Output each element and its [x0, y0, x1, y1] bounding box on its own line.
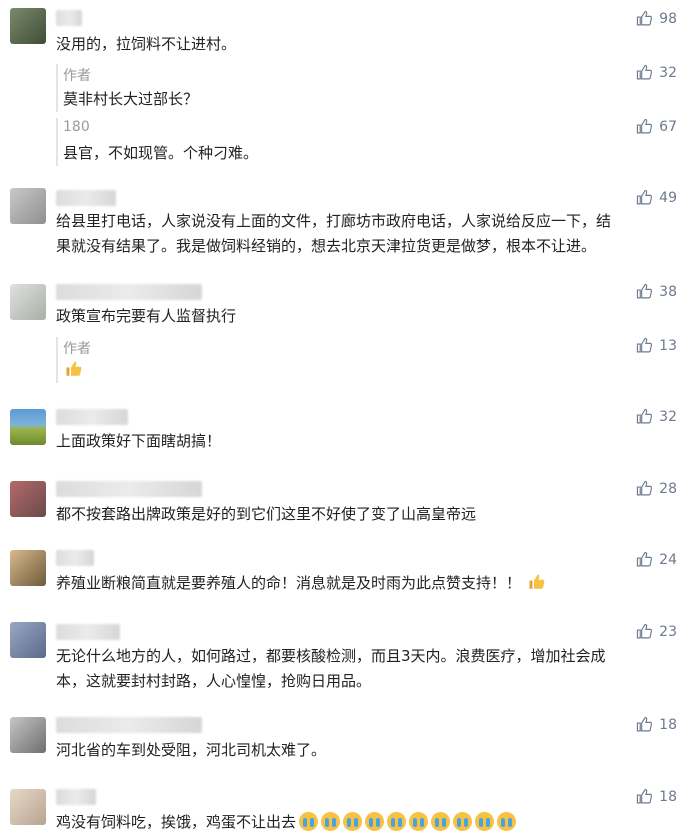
avatar[interactable] — [10, 8, 46, 44]
like-count: 28 — [659, 480, 677, 497]
thumbs-up-icon — [637, 551, 653, 567]
like-button[interactable]: 32 — [636, 64, 677, 81]
crying-face-emoji — [475, 812, 495, 831]
avatar[interactable] — [10, 188, 46, 224]
like-button[interactable]: 32 — [636, 408, 677, 425]
like-count: 23 — [659, 623, 677, 640]
crying-face-emoji — [453, 812, 473, 831]
comment-text: 鸡没有饲料吃，挨饿，鸡蛋不让出去 — [56, 810, 671, 835]
crying-face-emoji — [299, 812, 319, 831]
reply-text: 县官，不如现管。个种刁难。 — [63, 144, 259, 162]
avatar[interactable] — [10, 284, 46, 320]
like-button[interactable]: 98 — [636, 10, 677, 27]
thumbs-up-icon — [637, 716, 653, 732]
crying-face-emoji — [497, 812, 517, 831]
comment-text: 上面政策好下面瞎胡搞！ — [56, 432, 222, 450]
like-count: 98 — [659, 10, 677, 27]
username-blurred — [56, 717, 202, 733]
reply-text — [63, 360, 83, 379]
like-button[interactable]: 23 — [636, 623, 677, 640]
like-count: 67 — [659, 118, 677, 135]
thumbs-up-icon — [637, 189, 653, 205]
comment-text: 河北省的车到处受阻，河北司机太难了。 — [56, 741, 327, 759]
crying-face-emoji — [365, 812, 385, 831]
thumbs-up-icon — [637, 10, 653, 26]
like-button[interactable]: 18 — [636, 788, 677, 805]
username-blurred — [56, 190, 116, 206]
crying-face-emoji — [343, 812, 363, 831]
reply-1-bar — [56, 64, 58, 112]
username-blurred — [56, 789, 96, 805]
reply-2-bar — [56, 118, 58, 166]
thumbs-up-icon — [637, 64, 653, 80]
thumbs-up-emoji — [529, 574, 545, 589]
like-button[interactable]: 13 — [636, 337, 677, 354]
like-button[interactable]: 67 — [636, 118, 677, 135]
comment-text: 无论什么地方的人，如何路过，都要核酸检测，而且3天内。浪费医疗，增加社会成本，这… — [56, 647, 606, 690]
username-blurred — [56, 481, 202, 497]
reply-username: 180 — [63, 119, 90, 135]
reply-author-label: 作者 — [63, 341, 91, 357]
thumbs-up-icon — [637, 623, 653, 639]
reply-text: 莫非村长大过部长？ — [63, 90, 199, 108]
like-count: 38 — [659, 283, 677, 300]
crying-face-emoji — [321, 812, 341, 831]
comment-text: 给县里打电话，人家说没有上面的文件，打廊坊市政府电话，人家说给反应一下，结果就没… — [56, 212, 612, 255]
like-button[interactable]: 18 — [636, 716, 677, 733]
username-blurred — [56, 409, 128, 425]
crying-face-emoji — [431, 812, 451, 831]
like-count: 32 — [659, 408, 677, 425]
avatar[interactable] — [10, 409, 46, 445]
thumbs-up-icon — [637, 788, 653, 804]
avatar[interactable] — [10, 550, 46, 586]
thumbs-up-icon — [637, 408, 653, 424]
comment-text: 没用的，拉饲料不让进村。 — [56, 35, 237, 53]
reply-author-label: 作者 — [63, 68, 91, 84]
thumbs-up-icon — [637, 118, 653, 134]
username-blurred — [56, 550, 94, 566]
avatar[interactable] — [10, 481, 46, 517]
thumbs-up-emoji — [66, 361, 82, 376]
like-count: 18 — [659, 788, 677, 805]
reply-3-bar — [56, 337, 58, 383]
thumbs-up-icon — [637, 283, 653, 299]
username-blurred — [56, 10, 82, 26]
avatar[interactable] — [10, 622, 46, 658]
avatar[interactable] — [10, 717, 46, 753]
like-count: 13 — [659, 337, 677, 354]
like-count: 24 — [659, 551, 677, 568]
comment-text: 政策宣布完要有人监督执行 — [56, 307, 237, 325]
like-button[interactable]: 24 — [636, 551, 677, 568]
thumbs-up-icon — [637, 480, 653, 496]
like-button[interactable]: 28 — [636, 480, 677, 497]
like-button[interactable]: 49 — [636, 189, 677, 206]
username-blurred — [56, 284, 202, 300]
like-count: 49 — [659, 189, 677, 206]
crying-face-emoji — [387, 812, 407, 831]
comment-text: 都不按套路出牌政策是好的到它们这里不好使了变了山高皇帝远 — [56, 505, 477, 523]
username-blurred — [56, 624, 120, 640]
comment-text: 养殖业断粮简直就是要养殖人的命！消息就是及时雨为此点赞支持！！ — [56, 571, 621, 596]
like-count: 18 — [659, 716, 677, 733]
crying-face-emoji — [409, 812, 429, 831]
like-count: 32 — [659, 64, 677, 81]
avatar[interactable] — [10, 789, 46, 825]
like-button[interactable]: 38 — [636, 283, 677, 300]
thumbs-up-icon — [637, 337, 653, 353]
